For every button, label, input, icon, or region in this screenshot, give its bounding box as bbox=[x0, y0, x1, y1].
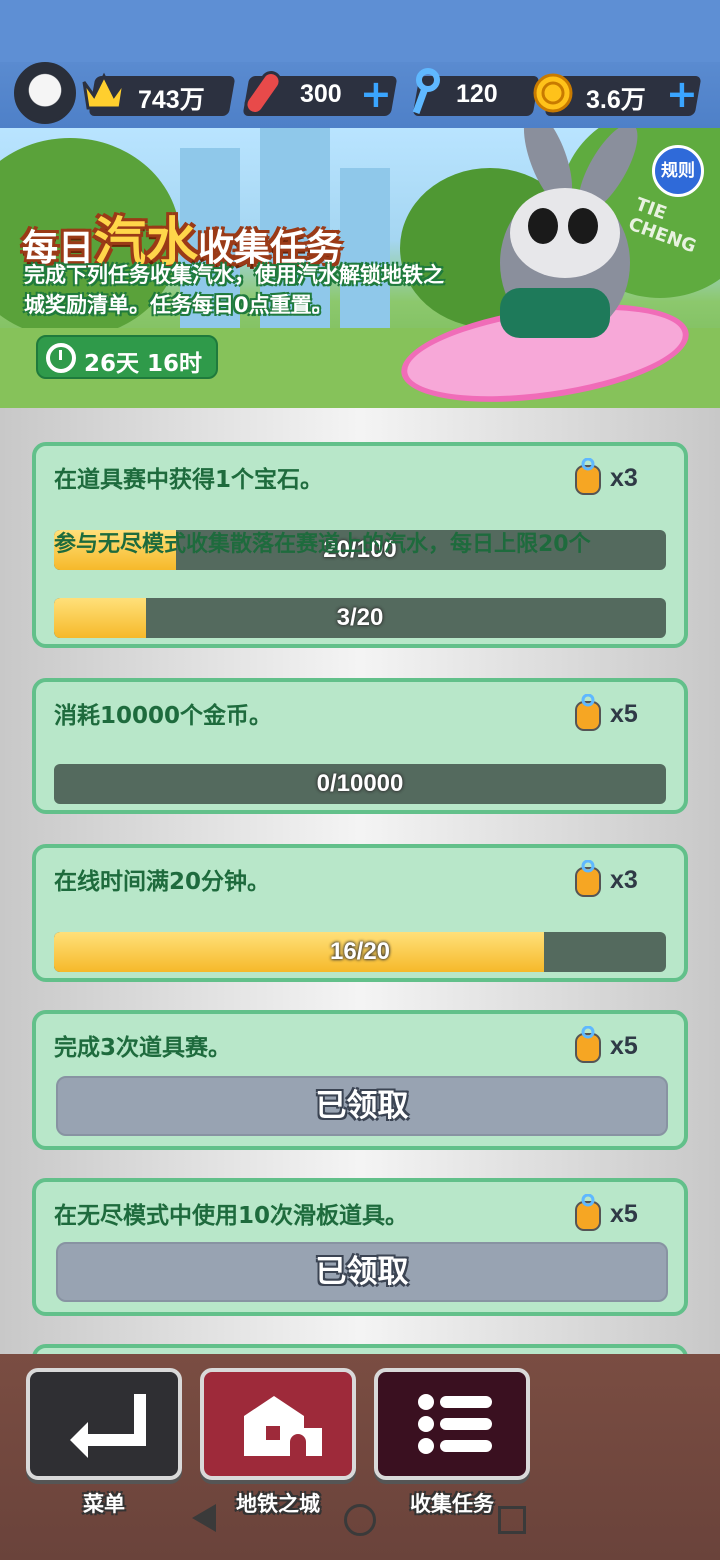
soda-can-icon bbox=[575, 1026, 601, 1063]
soda-can-icon bbox=[575, 694, 601, 731]
task-card: 在线时间满20分钟。 x3 16/20 bbox=[32, 844, 688, 982]
task-card: 在无尽模式中使用10次滑板道具。 x5 已领取 bbox=[32, 1178, 688, 1316]
rules-button[interactable]: 规则 bbox=[652, 145, 704, 197]
task-title: 在无尽模式中使用10次滑板道具。 bbox=[54, 1203, 409, 1229]
bottom-navigation: 菜单 地铁之城 收集任务 bbox=[0, 1354, 720, 1560]
bunny-eye bbox=[528, 208, 558, 244]
bunny-eye bbox=[568, 208, 598, 244]
add-coins-button[interactable]: + bbox=[666, 74, 698, 114]
add-boards-button[interactable]: + bbox=[360, 74, 392, 114]
task-reward: x5 bbox=[570, 694, 660, 734]
house-icon bbox=[244, 1396, 322, 1456]
task-reward: x3 bbox=[570, 458, 660, 498]
progress-label: 0/10000 bbox=[316, 770, 404, 797]
bunny-face bbox=[510, 188, 620, 278]
reward-count: x5 bbox=[610, 1200, 638, 1228]
soda-can-icon bbox=[575, 860, 601, 897]
subway-city-label: 地铁之城 bbox=[236, 1492, 320, 1516]
system-home-icon[interactable] bbox=[344, 1504, 376, 1536]
progress-label: 3/20 bbox=[336, 604, 384, 631]
coin-value: 3.6万 bbox=[586, 86, 646, 114]
crown-icon bbox=[80, 70, 128, 118]
resource-bar: 743万 300 + 120 3.6万 + bbox=[0, 62, 720, 128]
task-card: 完成3次道具赛。 x5 已领取 bbox=[32, 1010, 688, 1150]
task-reward: x5 bbox=[570, 1194, 660, 1234]
event-banner: TIE CHENG 每日汽水收集任务 完成下列任务收集汽水，使用汽水解锁地铁之城… bbox=[0, 128, 720, 408]
task-title: 消耗10000个金币。 bbox=[54, 703, 273, 729]
crown-value: 743万 bbox=[138, 86, 205, 114]
system-back-icon[interactable] bbox=[192, 1504, 216, 1532]
claimed-button[interactable]: 已领取 bbox=[56, 1242, 668, 1302]
coin-icon bbox=[532, 72, 574, 118]
task-reward: x3 bbox=[570, 860, 660, 900]
progress-bar: 16/20 bbox=[54, 932, 666, 972]
list-icon bbox=[418, 1394, 492, 1454]
reward-count: x3 bbox=[610, 866, 638, 894]
board-value: 300 bbox=[300, 80, 342, 108]
task-list[interactable]: 在道具赛中获得1个宝石。 x3 20/100 参与无尽模式收集散落在赛道上的汽水… bbox=[0, 408, 720, 1354]
task-title: 在线时间满20分钟。 bbox=[54, 869, 271, 895]
progress-bar: 0/10000 bbox=[54, 764, 666, 804]
soda-can-icon bbox=[575, 1194, 601, 1231]
menu-label: 菜单 bbox=[83, 1492, 125, 1516]
task-card-partial bbox=[32, 1344, 688, 1354]
settings-gear-icon[interactable] bbox=[14, 62, 76, 124]
progress-label: 16/20 bbox=[329, 938, 391, 965]
bunny-pants bbox=[500, 288, 610, 338]
task-card: 在道具赛中获得1个宝石。 x3 20/100 参与无尽模式收集散落在赛道上的汽水… bbox=[32, 442, 688, 648]
countdown-timer: 26天 16时 bbox=[36, 335, 218, 379]
claimed-button[interactable]: 已领取 bbox=[56, 1076, 668, 1136]
return-arrow-icon bbox=[70, 1394, 146, 1458]
task-overlay-text: 参与无尽模式收集散落在赛道上的汽水，每日上限20个 bbox=[54, 532, 591, 557]
progress-bar: 3/20 bbox=[54, 598, 666, 638]
key-value: 120 bbox=[456, 80, 498, 108]
reward-count: x5 bbox=[610, 700, 638, 728]
task-title: 在道具赛中获得1个宝石。 bbox=[54, 467, 324, 493]
task-title: 完成3次道具赛。 bbox=[54, 1035, 232, 1061]
reward-count: x3 bbox=[610, 464, 638, 492]
system-recent-apps-icon[interactable] bbox=[498, 1506, 526, 1534]
status-strip bbox=[0, 0, 720, 62]
key-icon bbox=[404, 68, 444, 122]
task-card: 消耗10000个金币。 x5 0/10000 bbox=[32, 678, 688, 814]
banner-description: 完成下列任务收集汽水，使用汽水解锁地铁之城奖励清单。任务每日0点重置。 bbox=[24, 263, 444, 317]
stopwatch-icon bbox=[46, 343, 76, 373]
timer-text: 26天 16时 bbox=[84, 351, 203, 377]
menu-button[interactable] bbox=[26, 1368, 182, 1480]
reward-count: x5 bbox=[610, 1032, 638, 1060]
subway-city-button[interactable] bbox=[200, 1368, 356, 1480]
hoverboard-icon bbox=[240, 68, 288, 122]
collect-tasks-button[interactable] bbox=[374, 1368, 530, 1480]
soda-can-icon bbox=[575, 458, 601, 495]
task-reward: x5 bbox=[570, 1026, 660, 1066]
